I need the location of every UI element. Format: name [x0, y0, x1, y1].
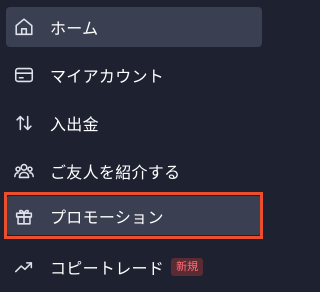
- sidebar-item-label: プロモーション: [50, 207, 164, 227]
- sidebar-nav: ホーム マイアカウント 入出金 ご友人を紹介する プロモーション コピートレード…: [0, 0, 270, 292]
- sidebar-item-home[interactable]: ホーム: [6, 7, 262, 47]
- sidebar-item-label: ご友人を紹介する: [50, 163, 181, 182]
- sidebar-item-label: コピートレード: [50, 259, 165, 278]
- trend-up-icon: [12, 255, 36, 279]
- sidebar-item-deposit-withdraw[interactable]: 入出金: [6, 103, 262, 143]
- sidebar-item-label: 入出金: [50, 115, 99, 134]
- gift-icon: [12, 204, 36, 228]
- sidebar-item-label: マイアカウント: [50, 67, 165, 86]
- sidebar-item-label: ホーム: [50, 19, 99, 38]
- wallet-icon: [12, 63, 36, 87]
- home-icon: [12, 15, 36, 39]
- users-icon: [12, 159, 36, 183]
- sidebar-item-refer-friends[interactable]: ご友人を紹介する: [6, 151, 262, 191]
- sidebar-item-my-account[interactable]: マイアカウント: [6, 55, 262, 95]
- new-badge: 新規: [171, 258, 204, 276]
- sidebar-item-copy-trade[interactable]: コピートレード 新規: [6, 247, 262, 287]
- transfer-arrows-icon: [12, 111, 36, 135]
- sidebar-item-promotions[interactable]: プロモーション: [6, 196, 262, 235]
